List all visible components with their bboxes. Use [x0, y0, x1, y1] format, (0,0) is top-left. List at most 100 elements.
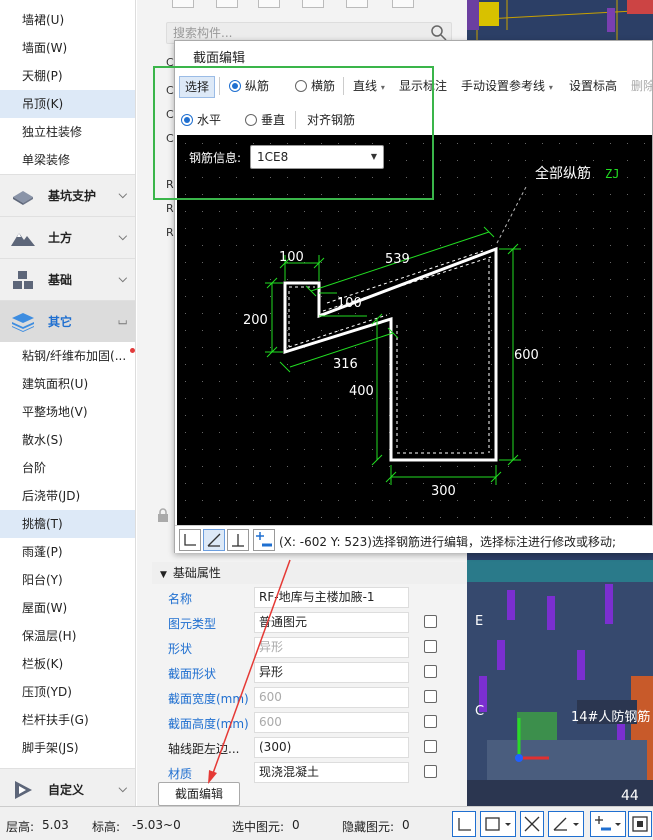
dim-label[interactable]: 300	[431, 484, 456, 499]
longitudinal-radio[interactable]: 纵筋	[229, 77, 269, 94]
nav-item[interactable]: 栏杆扶手(G)	[0, 706, 135, 734]
align-rebar-button[interactable]: 对齐钢筋	[307, 111, 355, 128]
nav-item[interactable]: 压顶(YD)	[0, 678, 135, 706]
nav-item-label: 天棚(P)	[22, 69, 63, 83]
nav-item[interactable]: 单梁装修	[0, 146, 135, 174]
chevron-down-icon[interactable]: ⌵	[119, 188, 127, 202]
show-dims-button[interactable]: 显示标注	[399, 77, 447, 94]
prop-checkbox[interactable]	[424, 665, 437, 678]
toolbar-button[interactable]	[392, 0, 414, 8]
dialog-statusbar: (X: -602 Y: 523)选择钢筋进行编辑，选择标注进行修改或移动;	[175, 525, 653, 553]
prop-label: 图元类型	[168, 617, 217, 631]
toolbar-button[interactable]	[346, 0, 368, 8]
manual-ref-dropdown[interactable]: 手动设置参考线 ▾	[461, 77, 553, 94]
prop-value-field[interactable]: 600	[254, 687, 409, 708]
cross-snap-button[interactable]	[520, 811, 544, 837]
nav-item[interactable]: 雨蓬(P)	[0, 538, 135, 566]
prop-checkbox[interactable]	[424, 690, 437, 703]
chevron-down-icon[interactable]: ⌵	[119, 272, 127, 286]
lock-icon[interactable]	[157, 508, 169, 522]
prop-label: 截面宽度(mm)	[168, 692, 249, 706]
add-point-dropdown[interactable]	[590, 811, 626, 837]
display-toggle-button[interactable]	[628, 811, 652, 837]
nav-cat-other[interactable]: 其它 ⌴	[0, 300, 135, 342]
prop-checkbox[interactable]	[424, 640, 437, 653]
prop-value-field[interactable]: RF-地库与主楼加腋-1	[254, 587, 409, 608]
nav-item[interactable]: 屋面(W)	[0, 594, 135, 622]
toolbar-button[interactable]	[172, 0, 194, 8]
toolbar-button[interactable]	[302, 0, 324, 8]
perpendicular-snap-icon[interactable]	[227, 529, 249, 551]
nav-item[interactable]: 散水(S)	[0, 426, 135, 454]
prop-value-field[interactable]: 现浇混凝土	[254, 762, 409, 783]
dim-label[interactable]: 316	[333, 357, 358, 372]
chevron-down-icon[interactable]: ⌵	[119, 230, 127, 244]
nav-item[interactable]: 平整场地(V)	[0, 398, 135, 426]
line-dropdown[interactable]: 直线 ▾	[353, 77, 385, 94]
nav-item[interactable]: 后浇带(JD)	[0, 482, 135, 510]
nav-item-label: 建筑面积(U)	[22, 377, 89, 391]
horizontal-radio[interactable]: 水平	[181, 111, 221, 128]
section-canvas[interactable]: 100 539 100 200 316 600 400 300 全部纵筋 ZJ …	[177, 135, 652, 525]
nav-item[interactable]: 栏板(K)	[0, 650, 135, 678]
snap-box-dropdown[interactable]	[480, 811, 516, 837]
nav-item[interactable]: 台阶	[0, 454, 135, 482]
prop-value-field[interactable]: 600	[254, 712, 409, 733]
nav-item[interactable]: 吊顶(K)	[0, 90, 135, 118]
nav-item[interactable]: 独立柱装修	[0, 118, 135, 146]
dim-label[interactable]: 600	[514, 348, 539, 363]
orthogonal-mode-icon[interactable]	[179, 529, 201, 551]
vertical-radio[interactable]: 垂直	[245, 111, 285, 128]
nav-item[interactable]: 墙面(W)	[0, 34, 135, 62]
nav-item[interactable]: 墙裙(U)	[0, 6, 135, 34]
nav-item[interactable]: 保温层(H)	[0, 622, 135, 650]
rebar-info-value: 1CE8	[257, 150, 289, 164]
section-drawing: 100 539 100 200 316 600 400 300 全部纵筋 ZJ	[177, 135, 652, 525]
transverse-label: 横筋	[311, 79, 336, 93]
prop-row: 截面宽度(mm) 600	[166, 687, 456, 709]
orthogonal-mode-button[interactable]	[452, 811, 476, 837]
set-elev-button[interactable]: 设置标高	[569, 77, 617, 94]
radio-off-icon	[295, 80, 307, 92]
toolbar-button[interactable]	[258, 0, 280, 8]
dim-label[interactable]: 200	[243, 313, 268, 328]
nav-item[interactable]: 建筑面积(U)	[0, 370, 135, 398]
prop-value-field[interactable]: (300)	[254, 737, 409, 758]
nav-cat-excavation-support[interactable]: 基坑支护 ⌵	[0, 174, 135, 216]
nav-item[interactable]: 脚手架(JS)	[0, 734, 135, 762]
nav-cat-earthwork[interactable]: 土方 ⌵	[0, 216, 135, 258]
dim-label[interactable]: 100	[279, 250, 304, 265]
section-edit-button[interactable]: 截面编辑	[158, 782, 240, 806]
angle-snap-dropdown[interactable]	[548, 811, 584, 837]
nav-cat-foundation[interactable]: 基础 ⌵	[0, 258, 135, 300]
prop-value-field[interactable]: 异形	[254, 662, 409, 683]
delete-button[interactable]: 删除	[631, 77, 653, 94]
add-point-icon[interactable]	[253, 529, 275, 551]
nav-item[interactable]: 挑檐(T)	[0, 510, 135, 538]
prop-value-field[interactable]: 异形	[254, 637, 409, 658]
prop-checkbox[interactable]	[424, 740, 437, 753]
angle-snap-icon[interactable]	[203, 529, 225, 551]
nav-cat-custom[interactable]: 自定义 ⌵	[0, 768, 135, 806]
rebar-info-select[interactable]: 1CE8 ▼	[250, 145, 384, 169]
nav-item-label: 独立柱装修	[22, 125, 83, 139]
prop-checkbox[interactable]	[424, 715, 437, 728]
chevron-down-icon[interactable]: ⌵	[119, 782, 127, 796]
dim-label[interactable]: 400	[349, 384, 374, 399]
nav-item[interactable]: 天棚(P)	[0, 62, 135, 90]
manual-ref-label: 手动设置参考线	[461, 79, 546, 93]
nav-item-label: 散水(S)	[22, 433, 63, 447]
prop-checkbox[interactable]	[424, 615, 437, 628]
toolbar-button[interactable]	[216, 0, 238, 8]
prop-checkbox[interactable]	[424, 765, 437, 778]
chevron-up-icon[interactable]: ⌴	[118, 314, 127, 328]
nav-item[interactable]: 阳台(Y)	[0, 566, 135, 594]
props-section-header[interactable]: ▼ 基础属性	[152, 562, 467, 584]
section-edit-dialog[interactable]: 截面编辑 选择 纵筋 横筋 直线 ▾ 显示标注 手动设置参考线 ▾ 设置标高 删…	[174, 40, 653, 553]
nav-item[interactable]: 粘钢/纤维布加固(...	[0, 342, 135, 370]
transverse-radio[interactable]: 横筋	[295, 77, 335, 94]
prop-value-field[interactable]: 普通图元	[254, 612, 409, 633]
dim-label[interactable]: 539	[385, 252, 410, 267]
dim-label[interactable]: 100	[337, 296, 362, 311]
nav-item-label: 栏板(K)	[22, 657, 64, 671]
